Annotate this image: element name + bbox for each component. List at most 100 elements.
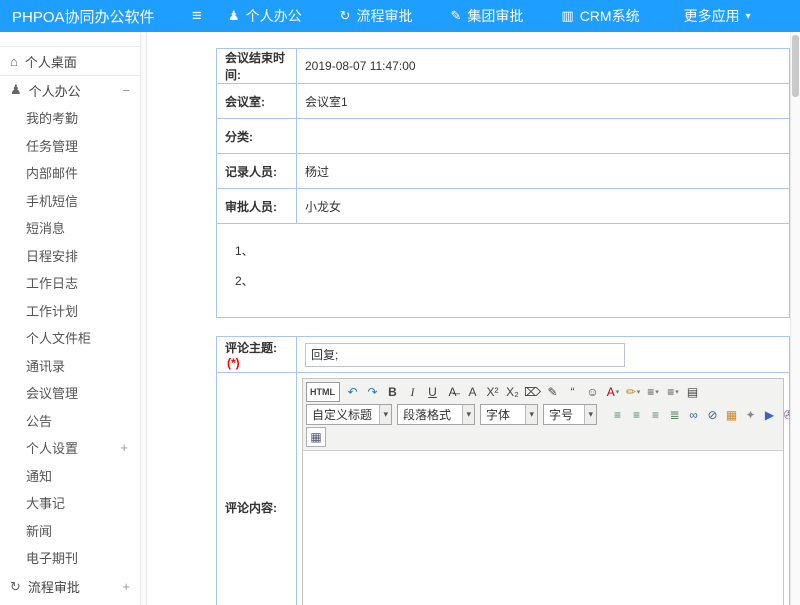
topbar-nav-item[interactable]: ↻ 流程审批 — [340, 6, 419, 26]
new-document-icon[interactable]: ▤ — [683, 382, 703, 402]
field-label: 分类: — [217, 119, 297, 154]
form-row: 会议室: 会议室1 — [217, 84, 790, 119]
expand-toggle[interactable]: + — [120, 440, 128, 455]
align-left-icon[interactable]: ≡ — [608, 405, 627, 425]
link-icon[interactable]: ∞ — [684, 405, 703, 425]
align-right-icon[interactable]: ≡ — [646, 405, 665, 425]
subscript-icon[interactable]: X₂ — [503, 382, 523, 402]
highlight-color-icon[interactable]: ✏▾ — [623, 382, 643, 402]
sidebar-item[interactable]: 我的考勤 — [0, 104, 140, 132]
editor-toolbar-row2: 自定义标题▾ 段落格式▾ 字体▾ — [306, 403, 780, 426]
main-content: 会议结束时间: 2019-08-07 11:47:00 会议室: 会议室1 分类… — [147, 32, 800, 605]
strikethrough-icon[interactable]: A̶ — [443, 382, 463, 402]
sidebar-item[interactable]: 短消息 — [0, 214, 140, 242]
comment-subject-cell — [297, 337, 790, 373]
font-style-icon[interactable]: A — [463, 382, 483, 402]
form-row: 分类: — [217, 119, 790, 154]
hamburger-menu-icon[interactable]: ≡ — [192, 6, 202, 26]
topbar: PHPOA协同办公软件 ≡ ♟ 个人办公 ↻ 流程审批 ✎ 集团审批 ▥ — [0, 0, 800, 32]
sidebar-item[interactable]: 工作日志 — [0, 269, 140, 297]
comment-subject-row: 评论主题:(*) — [217, 337, 790, 373]
sidebar-item[interactable]: 个人设置 + — [0, 434, 140, 462]
comment-content-row: 评论内容: HTML — [217, 373, 790, 605]
person-icon: ♟ — [10, 82, 22, 98]
underline-icon[interactable]: U — [423, 382, 443, 402]
sidebar-menu: 我的考勤 任务管理 内部邮件 手机短信 — [0, 104, 140, 572]
align-center-icon[interactable]: ≡ — [627, 405, 646, 425]
sidebar-item[interactable]: 大事记 — [0, 489, 140, 517]
table-icon[interactable]: ▦ — [306, 427, 326, 447]
align-justify-icon[interactable]: ≣ — [665, 405, 684, 425]
unlink-icon[interactable]: ⊘ — [703, 405, 722, 425]
field-value — [297, 119, 790, 154]
format-painter-icon[interactable]: ✎ — [543, 382, 563, 402]
field-value: 小龙女 — [297, 189, 790, 224]
topbar-nav-item[interactable]: 更多应用 ▾ — [678, 6, 751, 26]
expand-toggle[interactable]: + — [122, 579, 130, 594]
topbar-nav-item[interactable]: ▥ CRM系统 — [561, 6, 645, 26]
sidebar-item[interactable]: 电子期刊 — [0, 544, 140, 572]
editor-toolbar-row3: ▦ — [306, 426, 780, 448]
field-value: 会议室1 — [297, 84, 790, 119]
flow-icon: ↻ — [340, 8, 351, 24]
sidebar-item[interactable]: 个人文件柜 — [0, 324, 140, 352]
sidebar-item-workflow-approval[interactable]: ↻ 流程审批 + — [0, 572, 140, 602]
sidebar-item[interactable]: 内部邮件 — [0, 159, 140, 187]
flash-icon[interactable]: ✦ — [741, 405, 760, 425]
form-row: 会议结束时间: 2019-08-07 11:47:00 — [217, 49, 790, 84]
vertical-scrollbar[interactable] — [790, 32, 800, 605]
bold-icon[interactable]: B — [383, 382, 403, 402]
media-icon[interactable]: ▶ — [760, 405, 779, 425]
blockquote-icon[interactable]: “ — [563, 382, 583, 402]
html-source-button[interactable]: HTML — [306, 382, 340, 402]
chart-icon: ▥ — [561, 8, 573, 24]
field-label: 会议结束时间: — [217, 49, 297, 84]
field-label: 记录人员: — [217, 154, 297, 189]
field-label: 审批人员: — [217, 189, 297, 224]
comment-content-cell: HTML ↶ ↷ — [297, 373, 790, 605]
field-value: 2019-08-07 11:47:00 — [297, 49, 790, 84]
meeting-detail-table: 会议结束时间: 2019-08-07 11:47:00 会议室: 会议室1 分类… — [216, 48, 790, 318]
emoticon-icon[interactable]: ☺ — [583, 382, 603, 402]
font-size-select[interactable]: 字号▾ — [543, 404, 597, 425]
sidebar-item[interactable]: 通知 — [0, 462, 140, 490]
sidebar-item[interactable]: 手机短信 — [0, 187, 140, 215]
unordered-list-icon[interactable]: ≡▾ — [663, 382, 683, 402]
superscript-icon[interactable]: X² — [483, 382, 503, 402]
sidebar-item-desktop[interactable]: ⌂ 个人桌面 — [0, 46, 140, 76]
font-family-select[interactable]: 字体▾ — [480, 404, 538, 425]
caret-down-icon: ▾ — [584, 405, 596, 424]
heading-select[interactable]: 自定义标题▾ — [306, 404, 392, 425]
sidebar-item[interactable]: 会议管理 — [0, 379, 140, 407]
sidebar-item[interactable]: 日程安排 — [0, 242, 140, 270]
comment-form: 评论主题:(*) 评论内容: — [216, 336, 790, 605]
font-color-icon[interactable]: A▾ — [603, 382, 623, 402]
editor-toolbar-row1: HTML ↶ ↷ — [306, 381, 780, 403]
collapse-toggle[interactable]: − — [122, 83, 130, 98]
person-icon: ♟ — [228, 8, 240, 24]
sidebar-item[interactable]: 任务管理 — [0, 132, 140, 160]
paragraph-format-select[interactable]: 段落格式▾ — [397, 404, 475, 425]
sidebar-item[interactable]: 工作计划 — [0, 297, 140, 325]
sidebar-item[interactable]: 新闻 — [0, 517, 140, 545]
editor-content-area[interactable] — [303, 451, 783, 605]
redo-icon[interactable]: ↷ — [363, 382, 383, 402]
remove-format-icon[interactable]: ⌦ — [523, 382, 543, 402]
image-icon[interactable]: ▦ — [722, 405, 741, 425]
undo-icon[interactable]: ↶ — [343, 382, 363, 402]
sidebar: ⌂ 个人桌面 ♟ 个人办公 − 我的考勤 任务管理 内部邮件 — [0, 32, 140, 605]
sidebar-item[interactable]: 公告 — [0, 407, 140, 435]
comment-subject-input[interactable] — [305, 343, 625, 367]
sidebar-divider — [140, 32, 147, 605]
caret-down-icon: ▾ — [525, 405, 537, 424]
italic-icon[interactable]: I — [403, 382, 423, 402]
topbar-nav-item[interactable]: ✎ 集团审批 — [450, 6, 529, 26]
field-value: 杨过 — [297, 154, 790, 189]
caret-down-icon: ▾ — [462, 405, 474, 424]
ordered-list-icon[interactable]: ≡▾ — [643, 382, 663, 402]
topbar-nav-item[interactable]: ♟ 个人办公 — [228, 6, 308, 26]
sidebar-item[interactable]: 通讯录 — [0, 352, 140, 380]
sidebar-item-personal-office[interactable]: ♟ 个人办公 − — [0, 76, 140, 104]
app-title: PHPOA协同办公软件 — [0, 6, 192, 27]
scrollbar-thumb[interactable] — [792, 35, 799, 97]
